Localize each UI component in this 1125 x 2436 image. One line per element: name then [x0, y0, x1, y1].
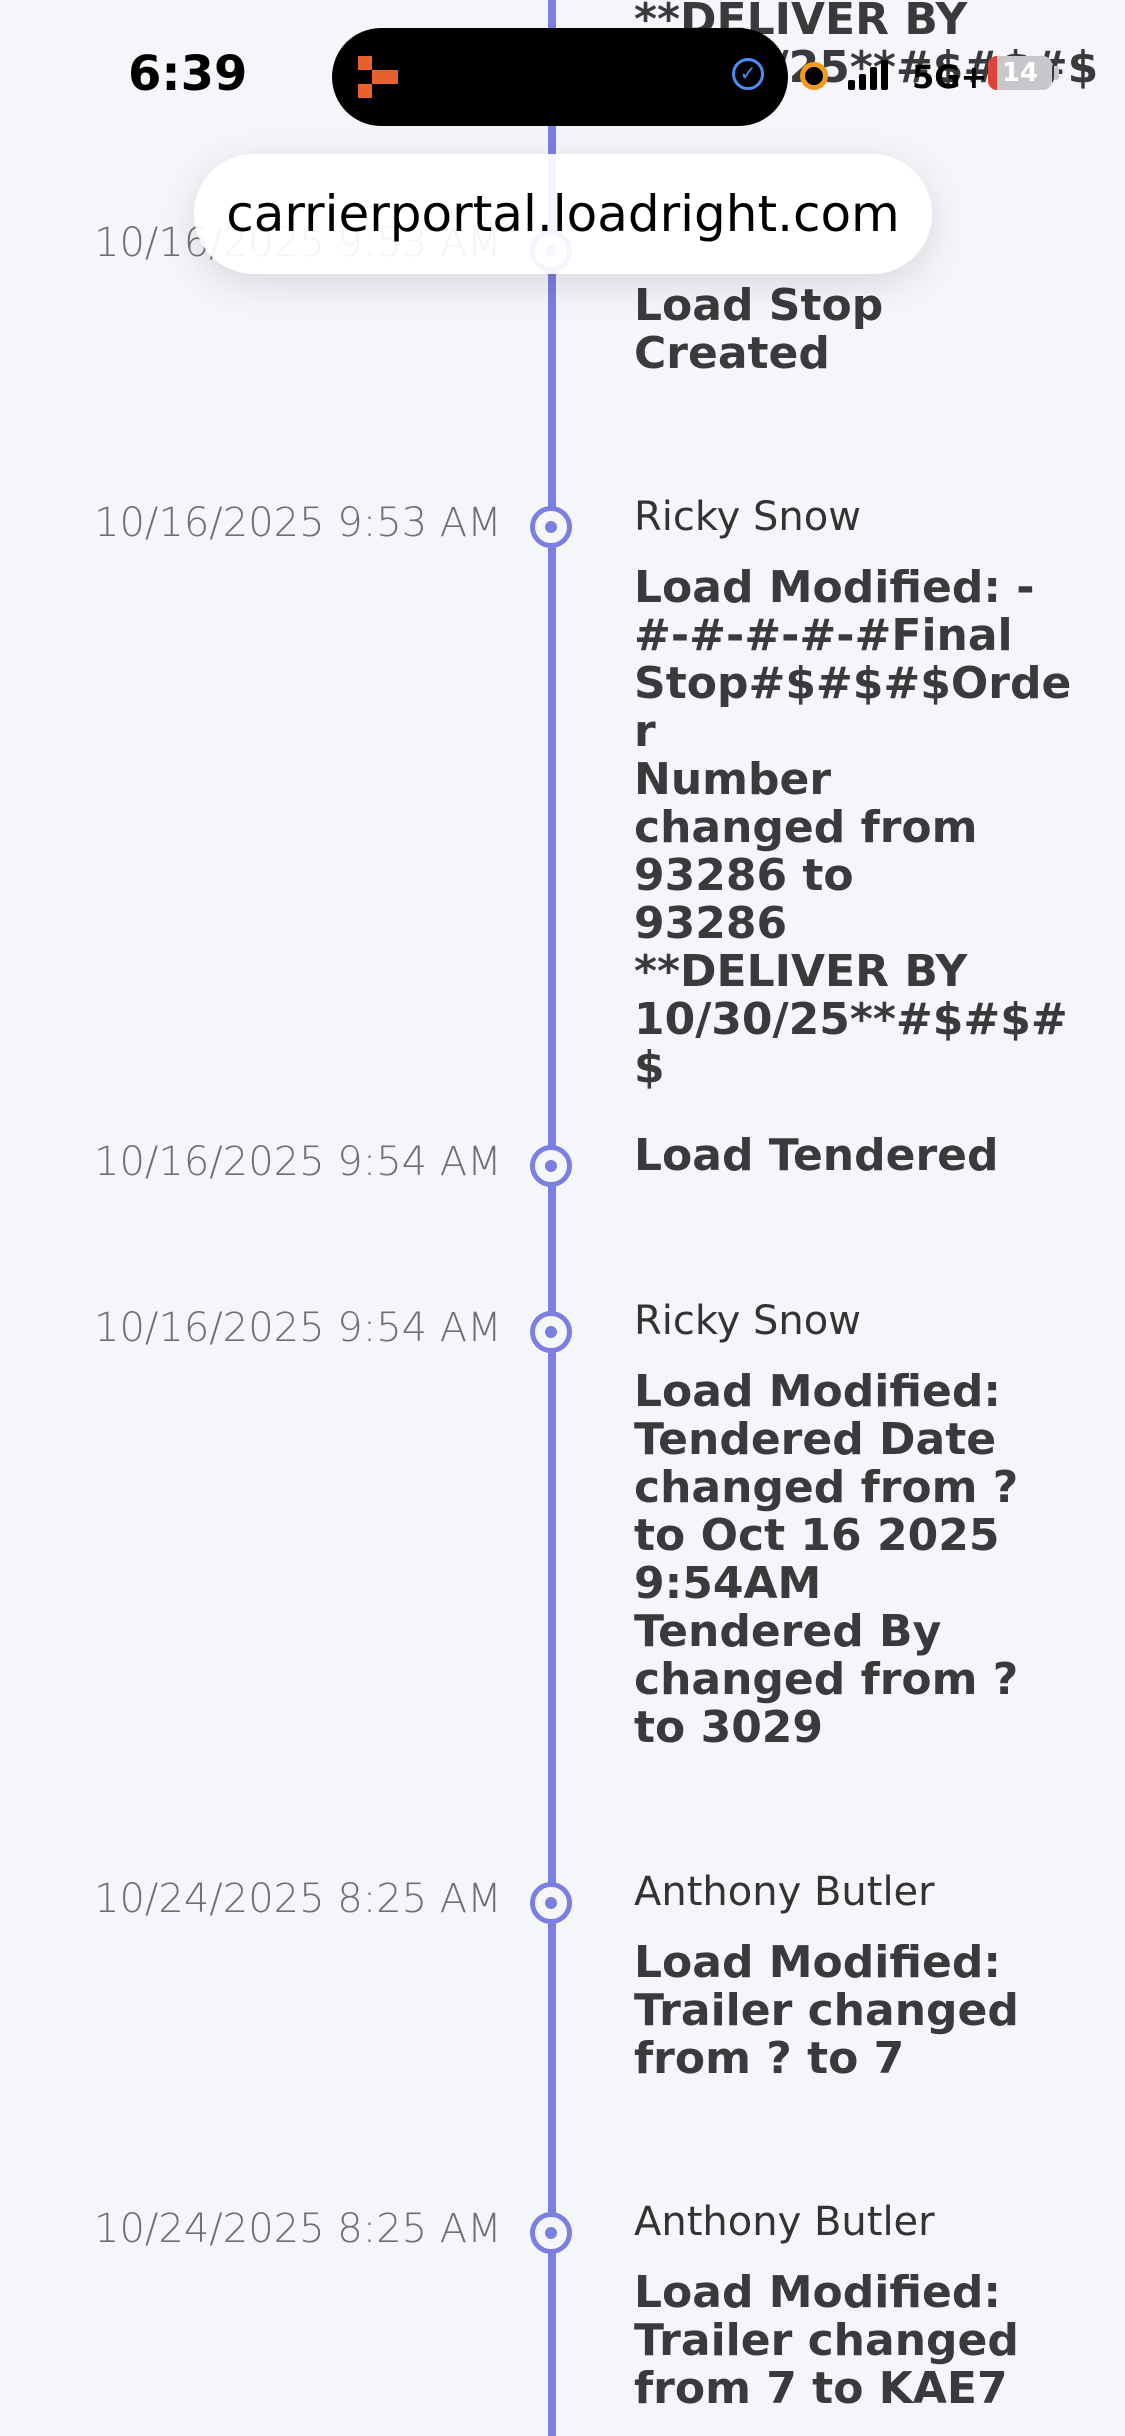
event-timestamp: 10/16/2025 9:53 AM — [94, 500, 502, 546]
cellular-signal-icon — [848, 60, 888, 90]
event-user: Ricky Snow — [634, 494, 861, 540]
url-bar[interactable]: carrierportal.loadright.com — [194, 154, 932, 274]
recording-indicator-icon — [800, 62, 828, 90]
event-description: Load Stop Created — [634, 280, 884, 379]
battery-icon: 14 — [988, 56, 1052, 90]
event-description: Load Modified: Trailer changed from 7 to… — [634, 2267, 1019, 2414]
event-marker-icon — [530, 506, 572, 548]
event-description: Load Tendered — [634, 1130, 999, 1181]
battery-level: 14 — [1001, 58, 1039, 88]
network-type: 5G+ — [912, 58, 988, 96]
event-user: Anthony Butler — [634, 1869, 935, 1915]
status-bar: 6:39 ✓ 5G+ 14 — [0, 0, 1125, 150]
event-marker-icon — [530, 1311, 572, 1353]
event-description: Load Modified: - #-#-#-#-#Final Stop#$#$… — [634, 562, 1072, 1093]
battery-tip — [1054, 66, 1059, 80]
timeline-line — [548, 0, 556, 2436]
event-user: Anthony Butler — [634, 2199, 935, 2245]
event-timestamp: 10/24/2025 8:25 AM — [94, 1876, 502, 1922]
event-timestamp: 10/16/2025 9:54 AM — [94, 1305, 502, 1351]
app-logo-icon — [358, 56, 398, 98]
event-timestamp: 10/16/2025 9:54 AM — [94, 1139, 502, 1185]
event-marker-icon — [530, 1882, 572, 1924]
url-text[interactable]: carrierportal.loadright.com — [194, 154, 932, 274]
event-description: Load Modified: Tendered Date changed fro… — [634, 1366, 1019, 1753]
dynamic-island[interactable]: ✓ — [332, 28, 788, 126]
event-marker-icon — [530, 1145, 572, 1187]
check-circle-icon: ✓ — [732, 58, 764, 90]
event-marker-icon — [530, 2212, 572, 2254]
status-time: 6:39 — [128, 46, 248, 102]
event-user: Ricky Snow — [634, 1298, 861, 1344]
event-description: Load Modified: Trailer changed from ? to… — [634, 1937, 1019, 2084]
event-timestamp: 10/24/2025 8:25 AM — [94, 2206, 502, 2252]
